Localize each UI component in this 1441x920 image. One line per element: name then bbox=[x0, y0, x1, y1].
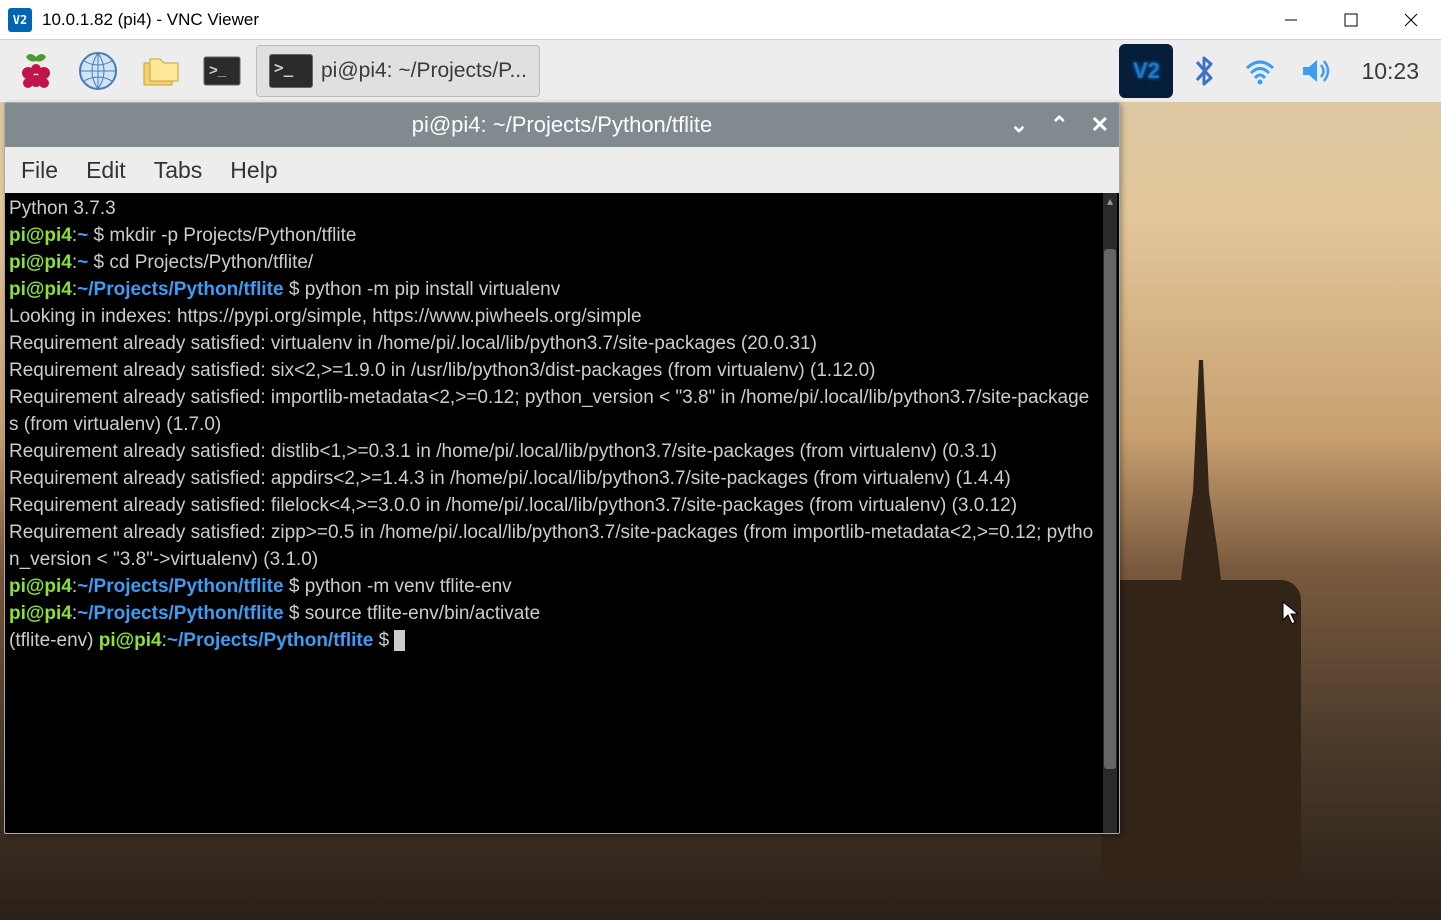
terminal-menu-file[interactable]: File bbox=[21, 157, 58, 184]
svg-text:>_: >_ bbox=[209, 62, 227, 79]
terminal-launcher[interactable]: >_ bbox=[194, 45, 250, 97]
file-manager-launcher[interactable] bbox=[132, 45, 188, 97]
terminal-output-area[interactable]: Python 3.7.3 pi@pi4:~ $ mkdir -p Project… bbox=[5, 193, 1119, 833]
terminal-icon bbox=[269, 54, 313, 88]
windows-minimize-button[interactable] bbox=[1261, 0, 1321, 40]
wifi-tray-icon[interactable] bbox=[1235, 46, 1285, 96]
vnc-viewer-icon: V2 bbox=[8, 8, 32, 32]
terminal-menu-help[interactable]: Help bbox=[230, 157, 277, 184]
mouse-cursor-icon bbox=[1281, 600, 1301, 631]
terminal-scrollbar[interactable]: ▴ bbox=[1103, 193, 1117, 833]
terminal-roll-up-button[interactable]: ⌃ bbox=[1050, 112, 1068, 138]
terminal-menu-bar: File Edit Tabs Help bbox=[5, 147, 1119, 193]
taskbar-clock[interactable]: 10:23 bbox=[1347, 58, 1433, 85]
windows-title-text: 10.0.1.82 (pi4) - VNC Viewer bbox=[42, 10, 259, 30]
raspberry-menu-button[interactable] bbox=[8, 45, 64, 97]
remote-desktop: >_ pi@pi4: ~/Projects/P... V2 bbox=[0, 40, 1441, 920]
terminal-menu-tabs[interactable]: Tabs bbox=[154, 157, 203, 184]
taskbar-terminal-window-button[interactable]: pi@pi4: ~/Projects/P... bbox=[256, 45, 540, 97]
volume-tray-icon[interactable] bbox=[1291, 46, 1341, 96]
terminal-window: pi@pi4: ~/Projects/Python/tflite ⌄ ⌃ ✕ F… bbox=[4, 102, 1120, 834]
windows-close-button[interactable] bbox=[1381, 0, 1441, 40]
windows-title-bar: V2 10.0.1.82 (pi4) - VNC Viewer bbox=[0, 0, 1441, 40]
terminal-menu-edit[interactable]: Edit bbox=[86, 157, 126, 184]
terminal-text[interactable]: Python 3.7.3 pi@pi4:~ $ mkdir -p Project… bbox=[5, 193, 1101, 656]
scrollbar-thumb[interactable] bbox=[1104, 249, 1116, 769]
terminal-title-bar[interactable]: pi@pi4: ~/Projects/Python/tflite ⌄ ⌃ ✕ bbox=[5, 103, 1119, 147]
bluetooth-tray-icon[interactable] bbox=[1179, 46, 1229, 96]
terminal-title-text: pi@pi4: ~/Projects/Python/tflite bbox=[412, 112, 713, 138]
vnc-server-tray-icon[interactable]: V2 bbox=[1119, 44, 1173, 98]
terminal-roll-down-button[interactable]: ⌄ bbox=[1010, 112, 1028, 138]
terminal-close-button[interactable]: ✕ bbox=[1091, 112, 1109, 138]
scrollbar-up-arrow-icon[interactable]: ▴ bbox=[1103, 193, 1117, 209]
taskbar-button-label: pi@pi4: ~/Projects/P... bbox=[321, 59, 527, 83]
raspberry-pi-taskbar: >_ pi@pi4: ~/Projects/P... V2 bbox=[0, 40, 1441, 102]
windows-maximize-button[interactable] bbox=[1321, 0, 1381, 40]
web-browser-launcher[interactable] bbox=[70, 45, 126, 97]
